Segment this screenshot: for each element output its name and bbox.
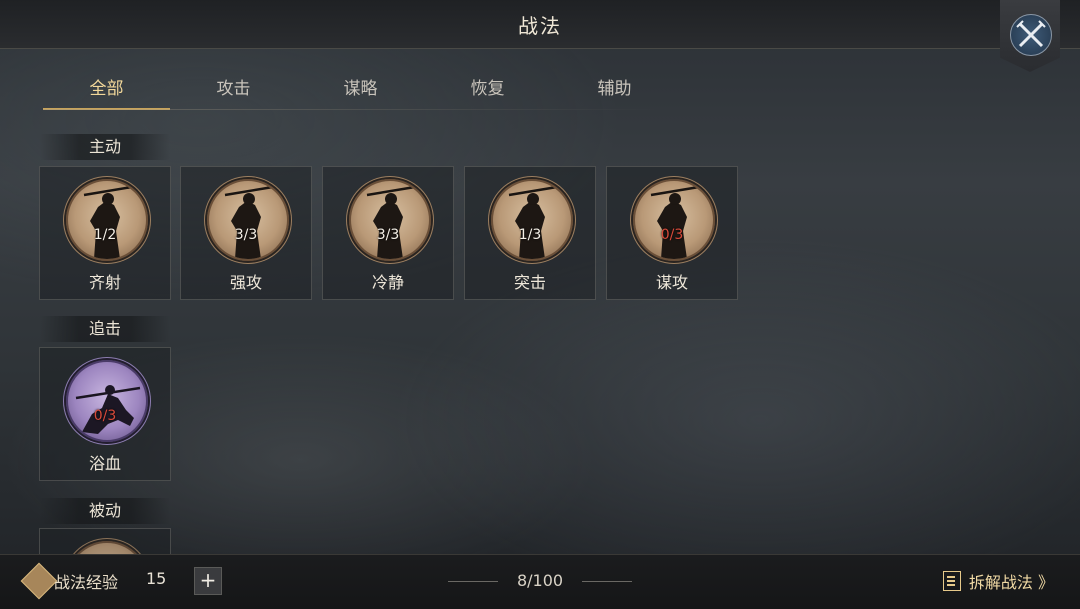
- document-list-icon: [942, 571, 961, 591]
- skill-card[interactable]: [39, 528, 171, 555]
- skill-card[interactable]: 1/2 齐射: [39, 166, 171, 300]
- skill-medal-icon: [66, 541, 148, 555]
- skill-name: 齐射: [88, 273, 121, 292]
- tab-strategy[interactable]: 谋略: [297, 70, 424, 108]
- section-label-pursuit: 追击: [40, 316, 170, 342]
- divider-line: [582, 581, 632, 582]
- tab-recovery[interactable]: 恢复: [424, 70, 551, 108]
- skill-count: 3/3: [376, 227, 400, 243]
- spear-warrior-icon: [491, 179, 573, 261]
- spear-warrior-icon: [207, 179, 289, 261]
- skill-count: 1/2: [93, 227, 117, 243]
- skill-card[interactable]: 1/3 突击: [464, 166, 596, 300]
- skill-name: 冷静: [371, 273, 404, 292]
- spear-warrior-icon: [349, 179, 431, 261]
- skill-count: 1/3: [518, 227, 542, 243]
- tab-attack[interactable]: 攻击: [170, 70, 297, 108]
- skill-card[interactable]: 3/3 冷静: [322, 166, 454, 300]
- section-label-passive: 被动: [40, 498, 170, 524]
- crossed-swords-close-icon: [1010, 14, 1052, 56]
- skill-name: 强攻: [229, 273, 262, 292]
- bottom-bar: 战法经验 15 + 8/100 拆解战法 》: [0, 554, 1080, 609]
- skill-capacity-count: 8/100: [516, 571, 564, 590]
- skill-name: 谋攻: [655, 273, 688, 292]
- skill-count: 0/3: [93, 408, 117, 424]
- skill-card[interactable]: 0/3 谋攻: [606, 166, 738, 300]
- tab-support[interactable]: 辅助: [551, 70, 678, 108]
- page-title: 战法: [518, 14, 562, 38]
- skill-count: 0/3: [660, 227, 684, 243]
- spear-warrior-icon: [66, 179, 148, 261]
- tabs-divider: [43, 109, 663, 110]
- skill-card[interactable]: 3/3 强攻: [180, 166, 312, 300]
- skill-name: 突击: [513, 273, 546, 292]
- disassemble-label: 拆解战法 》: [968, 573, 1054, 592]
- cavalry-charge-icon: [66, 360, 148, 442]
- disassemble-skill-button[interactable]: 拆解战法 》: [942, 569, 1054, 593]
- skill-name: 浴血: [88, 454, 121, 473]
- spear-warrior-icon: [633, 179, 715, 261]
- tab-all[interactable]: 全部: [43, 70, 170, 110]
- skill-card[interactable]: 0/3 浴血: [39, 347, 171, 481]
- skill-count: 3/3: [234, 227, 258, 243]
- top-bar: 战法: [0, 0, 1080, 49]
- close-button[interactable]: [1000, 0, 1060, 72]
- section-label-active: 主动: [40, 134, 170, 160]
